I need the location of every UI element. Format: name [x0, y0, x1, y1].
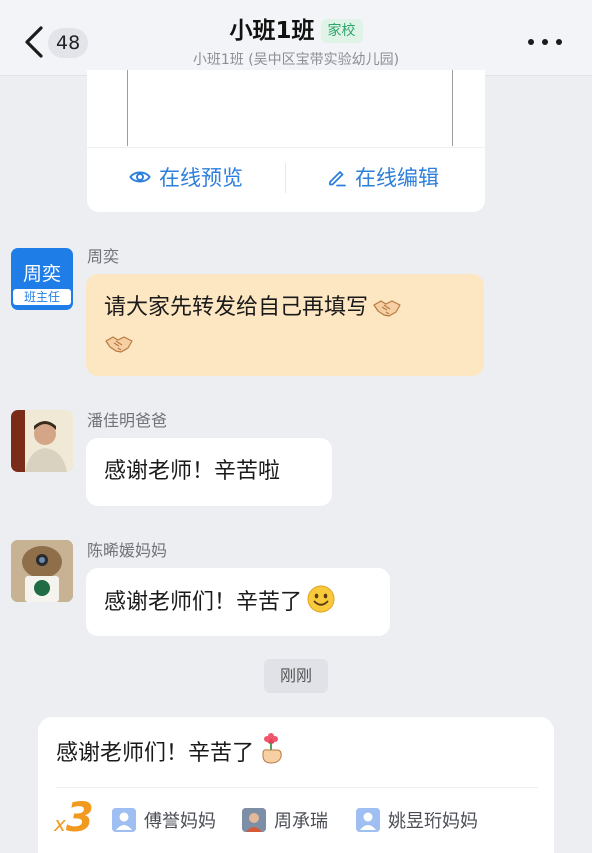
chat-header: 48 小班1班 家校 小班1班 (吴中区宝带实验幼儿园) — [0, 0, 592, 76]
message-bubble[interactable]: 感谢老师们！辛苦了 — [86, 568, 390, 636]
card-divider — [87, 147, 485, 148]
online-edit-label: 在线编辑 — [355, 166, 439, 190]
teacher-avatar[interactable]: 周奕 班主任 — [11, 248, 73, 310]
message-text: 感谢老师们！辛苦了 — [56, 741, 255, 766]
message-text: 请大家先转发给自己再填写 — [104, 295, 369, 320]
chat-title: 小班1班 — [229, 18, 315, 44]
dog-photo-icon — [11, 540, 73, 602]
more-dot-icon — [556, 39, 562, 45]
file-preview-thumbnail[interactable] — [127, 70, 453, 146]
reactor-name: 周承瑞 — [274, 811, 328, 832]
user-avatar-photo[interactable] — [11, 410, 73, 472]
message-bubble-highlighted[interactable]: 请大家先转发给自己再填写 — [86, 274, 484, 376]
online-edit-button[interactable]: 在线编辑 — [327, 162, 439, 192]
chat-title-row: 小班1班 家校 — [0, 15, 592, 47]
chat-subtitle: 小班1班 (吴中区宝带实验幼儿园) — [192, 52, 400, 68]
eye-icon — [129, 171, 151, 183]
user-avatar-photo — [242, 808, 266, 832]
reactor-item[interactable]: 傅誉妈妈 — [112, 805, 216, 835]
online-preview-button[interactable]: 在线预览 — [129, 162, 243, 192]
smiling-face-emoji-icon — [307, 585, 335, 613]
reactor-item[interactable]: 周承瑞 — [242, 805, 328, 835]
user-avatar-icon — [356, 808, 380, 832]
time-divider: 刚刚 — [264, 659, 328, 693]
user-avatar-photo[interactable] — [11, 540, 73, 602]
person-icon — [356, 808, 380, 832]
more-options-button[interactable] — [526, 32, 564, 52]
sender-name: 陈晞媛妈妈 — [87, 541, 168, 560]
user-avatar-icon — [112, 808, 136, 832]
avatar-name: 周奕 — [22, 263, 61, 285]
hand-holding-flower-emoji-icon — [262, 733, 282, 764]
person-photo-icon — [11, 410, 73, 472]
reaction-count-number: 3 — [65, 795, 94, 841]
reaction-count[interactable]: x3 — [54, 795, 94, 841]
file-message-card[interactable]: 在线预览 在线编辑 — [87, 70, 485, 212]
person-icon — [112, 808, 136, 832]
sender-name: 周奕 — [87, 247, 120, 266]
reactor-name: 傅誉妈妈 — [144, 811, 216, 832]
message-text: 感谢老师！辛苦啦 — [104, 459, 281, 484]
message-bubble[interactable]: 感谢老师！辛苦啦 — [86, 438, 332, 506]
online-preview-label: 在线预览 — [159, 166, 243, 190]
message-text: 感谢老师们！辛苦了 — [104, 590, 303, 615]
handshake-emoji-icon — [373, 300, 401, 317]
reaction-message-text-row: 感谢老师们！辛苦了 — [56, 733, 284, 772]
sender-name: 潘佳明爸爸 — [87, 411, 168, 430]
avatar-role-label: 班主任 — [13, 289, 71, 305]
more-dot-icon — [542, 39, 548, 45]
more-dot-icon — [528, 39, 534, 45]
pencil-icon — [329, 171, 346, 187]
reaction-message-card[interactable]: 感谢老师们！辛苦了 x3 傅誉妈妈 周承瑞 姚昱珩妈妈 — [38, 717, 554, 853]
handshake-emoji-icon — [105, 336, 133, 353]
reaction-divider — [56, 787, 538, 788]
reactor-name: 姚昱珩妈妈 — [388, 811, 478, 832]
reactor-item[interactable]: 姚昱珩妈妈 — [356, 805, 478, 835]
card-action-separator — [285, 163, 286, 193]
child-photo-icon — [242, 808, 266, 832]
reaction-count-prefix: x — [54, 812, 66, 836]
group-type-tag: 家校 — [320, 19, 363, 43]
